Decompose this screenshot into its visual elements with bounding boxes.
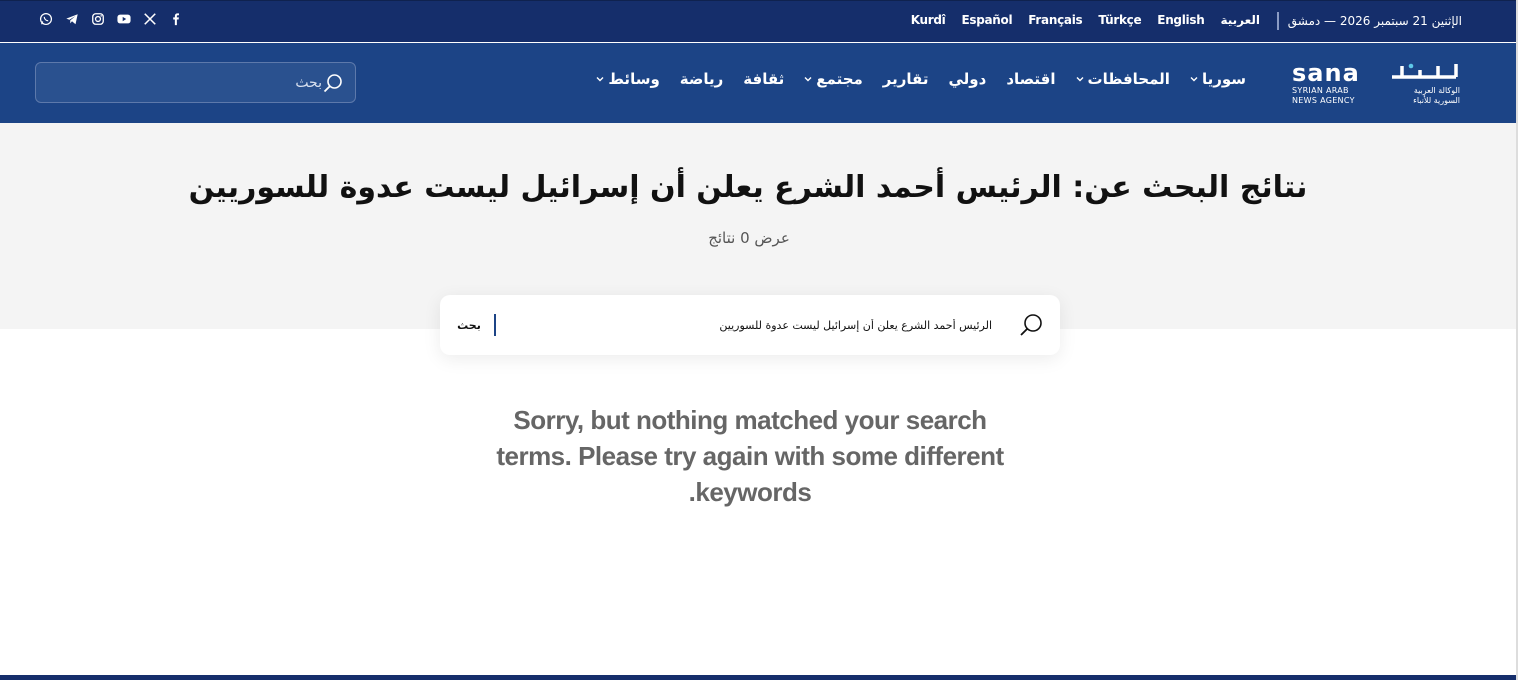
search-icon[interactable] bbox=[322, 72, 344, 94]
nav-item-sports[interactable]: رياضة bbox=[680, 70, 724, 88]
facebook-icon[interactable] bbox=[168, 11, 184, 27]
social-links bbox=[38, 11, 184, 27]
nav-label: المحافظات bbox=[1087, 70, 1170, 88]
results-count: عرض 0 نتائج bbox=[708, 229, 790, 247]
lang-arabic[interactable]: العربية bbox=[1220, 13, 1260, 27]
lang-spanish[interactable]: Español bbox=[961, 13, 1012, 27]
chevron-down-icon bbox=[1076, 77, 1084, 82]
site-logo[interactable]: sana SYRIAN ARAB NEWS AGENCY الوكالة الع… bbox=[1292, 59, 1460, 105]
nav-label: ثقافة bbox=[743, 70, 785, 88]
telegram-icon[interactable] bbox=[64, 11, 80, 27]
footer-edge bbox=[0, 675, 1516, 680]
search-divider bbox=[494, 314, 496, 336]
nav-item-media[interactable]: وسائط bbox=[596, 70, 660, 88]
lang-kurdish[interactable]: Kurdî bbox=[911, 13, 946, 27]
date-location: الإثنين 21 سبتمبر 2026 — دمشق bbox=[1287, 14, 1463, 28]
lang-english[interactable]: English bbox=[1157, 13, 1204, 27]
nav-label: وسائط bbox=[608, 70, 660, 88]
search-form: بحث bbox=[440, 295, 1060, 355]
whatsapp-icon[interactable] bbox=[38, 11, 54, 27]
logo-latin: sana bbox=[1292, 59, 1360, 87]
nav-label: دولي bbox=[948, 70, 987, 88]
nav-item-international[interactable]: دولي bbox=[948, 70, 986, 88]
nav-item-economy[interactable]: اقتصاد bbox=[1006, 70, 1055, 88]
nav-label: اقتصاد bbox=[1006, 70, 1056, 88]
chevron-down-icon bbox=[804, 77, 812, 82]
header-search-input[interactable] bbox=[46, 63, 322, 102]
page: العربية English Türkçe Français Español … bbox=[0, 0, 1518, 680]
top-bar: العربية English Türkçe Français Español … bbox=[0, 0, 1516, 42]
logo-sub-ar-2: السورية للأنباء bbox=[1413, 96, 1460, 105]
top-separator bbox=[1277, 12, 1279, 30]
chevron-down-icon bbox=[596, 77, 604, 82]
youtube-icon[interactable] bbox=[116, 11, 132, 27]
nav-item-society[interactable]: مجتمع bbox=[804, 70, 863, 88]
nav-item-reports[interactable]: تقارير bbox=[883, 70, 929, 88]
no-results-message: Sorry, but nothing matched your search t… bbox=[496, 405, 1004, 507]
logo-arabic-mark bbox=[1392, 63, 1458, 79]
main-nav: سوريا المحافظات اقتصاد دولي تقارير مجتمع bbox=[596, 70, 1246, 88]
nav-item-provinces[interactable]: المحافظات bbox=[1076, 70, 1170, 88]
logo-sub-ar-1: الوكالة العربية bbox=[1413, 86, 1460, 95]
instagram-icon[interactable] bbox=[90, 11, 106, 27]
page-title: نتائج البحث عن: الرئيس أحمد الشرع يعلن أ… bbox=[188, 170, 1309, 205]
search-input[interactable] bbox=[502, 295, 992, 355]
nav-label: تقارير bbox=[882, 70, 929, 88]
nav-item-syria[interactable]: سوريا bbox=[1190, 70, 1246, 88]
search-icon bbox=[1020, 314, 1042, 336]
logo-sub-en-2: NEWS AGENCY bbox=[1292, 96, 1355, 105]
lang-turkish[interactable]: Türkçe bbox=[1098, 13, 1141, 27]
nav-label: سوريا bbox=[1201, 70, 1246, 88]
chevron-down-icon bbox=[1190, 77, 1198, 82]
logo-sub-en-1: SYRIAN ARAB bbox=[1292, 86, 1349, 95]
nav-label: رياضة bbox=[679, 70, 724, 88]
lang-french[interactable]: Français bbox=[1028, 13, 1082, 27]
nav-item-culture[interactable]: ثقافة bbox=[743, 70, 784, 88]
nav-label: مجتمع bbox=[816, 70, 863, 88]
main-header: sana SYRIAN ARAB NEWS AGENCY الوكالة الع… bbox=[0, 43, 1516, 123]
x-icon[interactable] bbox=[142, 11, 158, 27]
search-button[interactable]: بحث bbox=[452, 314, 486, 336]
language-switcher: العربية English Türkçe Français Español … bbox=[911, 13, 1261, 27]
header-search bbox=[35, 62, 356, 103]
